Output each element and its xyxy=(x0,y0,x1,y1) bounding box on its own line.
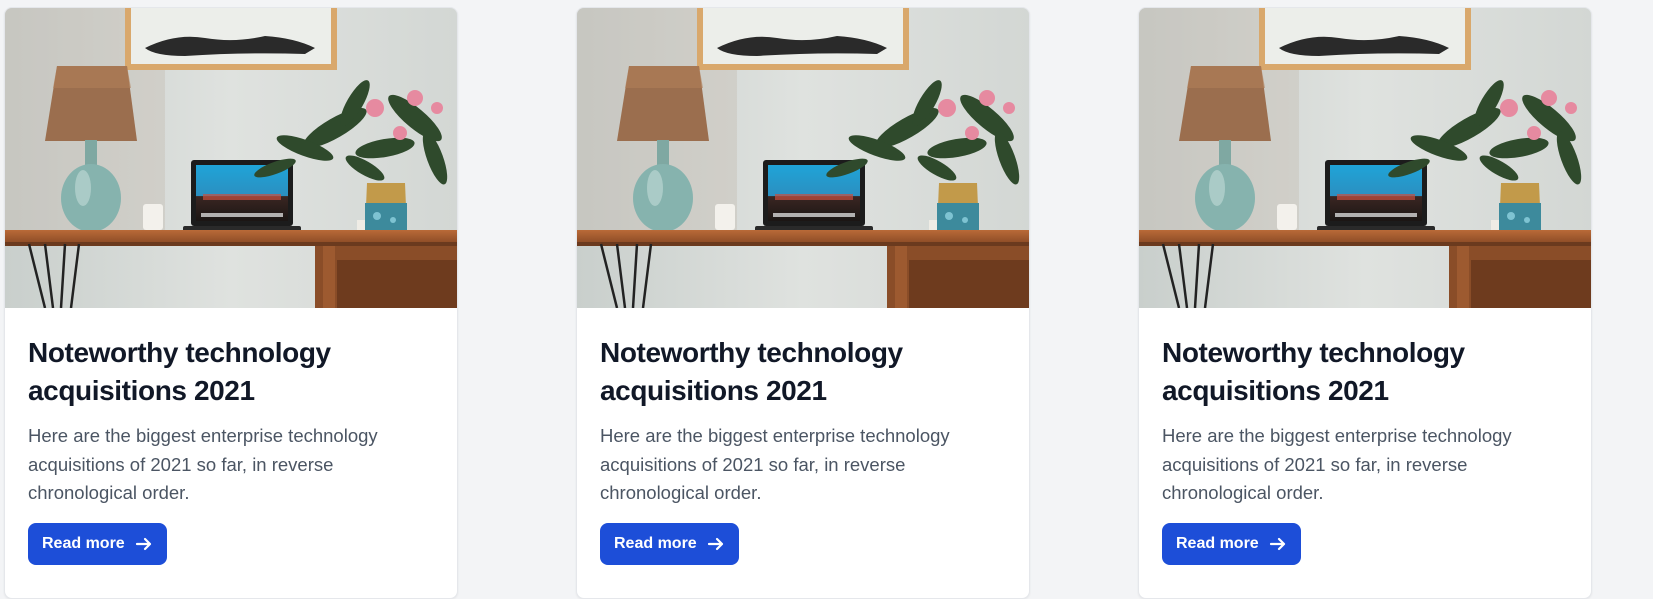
card-body: Noteworthy technology acquisitions 2021 … xyxy=(1139,308,1591,565)
read-more-label: Read more xyxy=(42,534,125,552)
card-body: Noteworthy technology acquisitions 2021 … xyxy=(577,308,1029,565)
arrow-right-icon xyxy=(1269,535,1287,553)
card-body: Noteworthy technology acquisitions 2021 … xyxy=(5,308,457,565)
card-description: Here are the biggest enterprise technolo… xyxy=(28,425,378,503)
card-image[interactable] xyxy=(1139,8,1591,308)
card-title[interactable]: Noteworthy technology acquisitions 2021 xyxy=(1162,334,1568,410)
card-image[interactable] xyxy=(5,8,457,308)
article-card: Noteworthy technology acquisitions 2021 … xyxy=(4,7,458,599)
read-more-label: Read more xyxy=(614,534,697,552)
arrow-right-icon xyxy=(135,535,153,553)
article-card: Noteworthy technology acquisitions 2021 … xyxy=(1138,7,1592,599)
card-title[interactable]: Noteworthy technology acquisitions 2021 xyxy=(600,334,1006,410)
arrow-right-icon xyxy=(707,535,725,553)
article-card: Noteworthy technology acquisitions 2021 … xyxy=(576,7,1030,599)
read-more-button[interactable]: Read more xyxy=(28,522,167,565)
read-more-label: Read more xyxy=(1176,534,1259,552)
card-description: Here are the biggest enterprise technolo… xyxy=(600,425,950,503)
card-description: Here are the biggest enterprise technolo… xyxy=(1162,425,1512,503)
read-more-button[interactable]: Read more xyxy=(600,522,739,565)
card-title[interactable]: Noteworthy technology acquisitions 2021 xyxy=(28,334,434,410)
read-more-button[interactable]: Read more xyxy=(1162,522,1301,565)
card-image[interactable] xyxy=(577,8,1029,308)
